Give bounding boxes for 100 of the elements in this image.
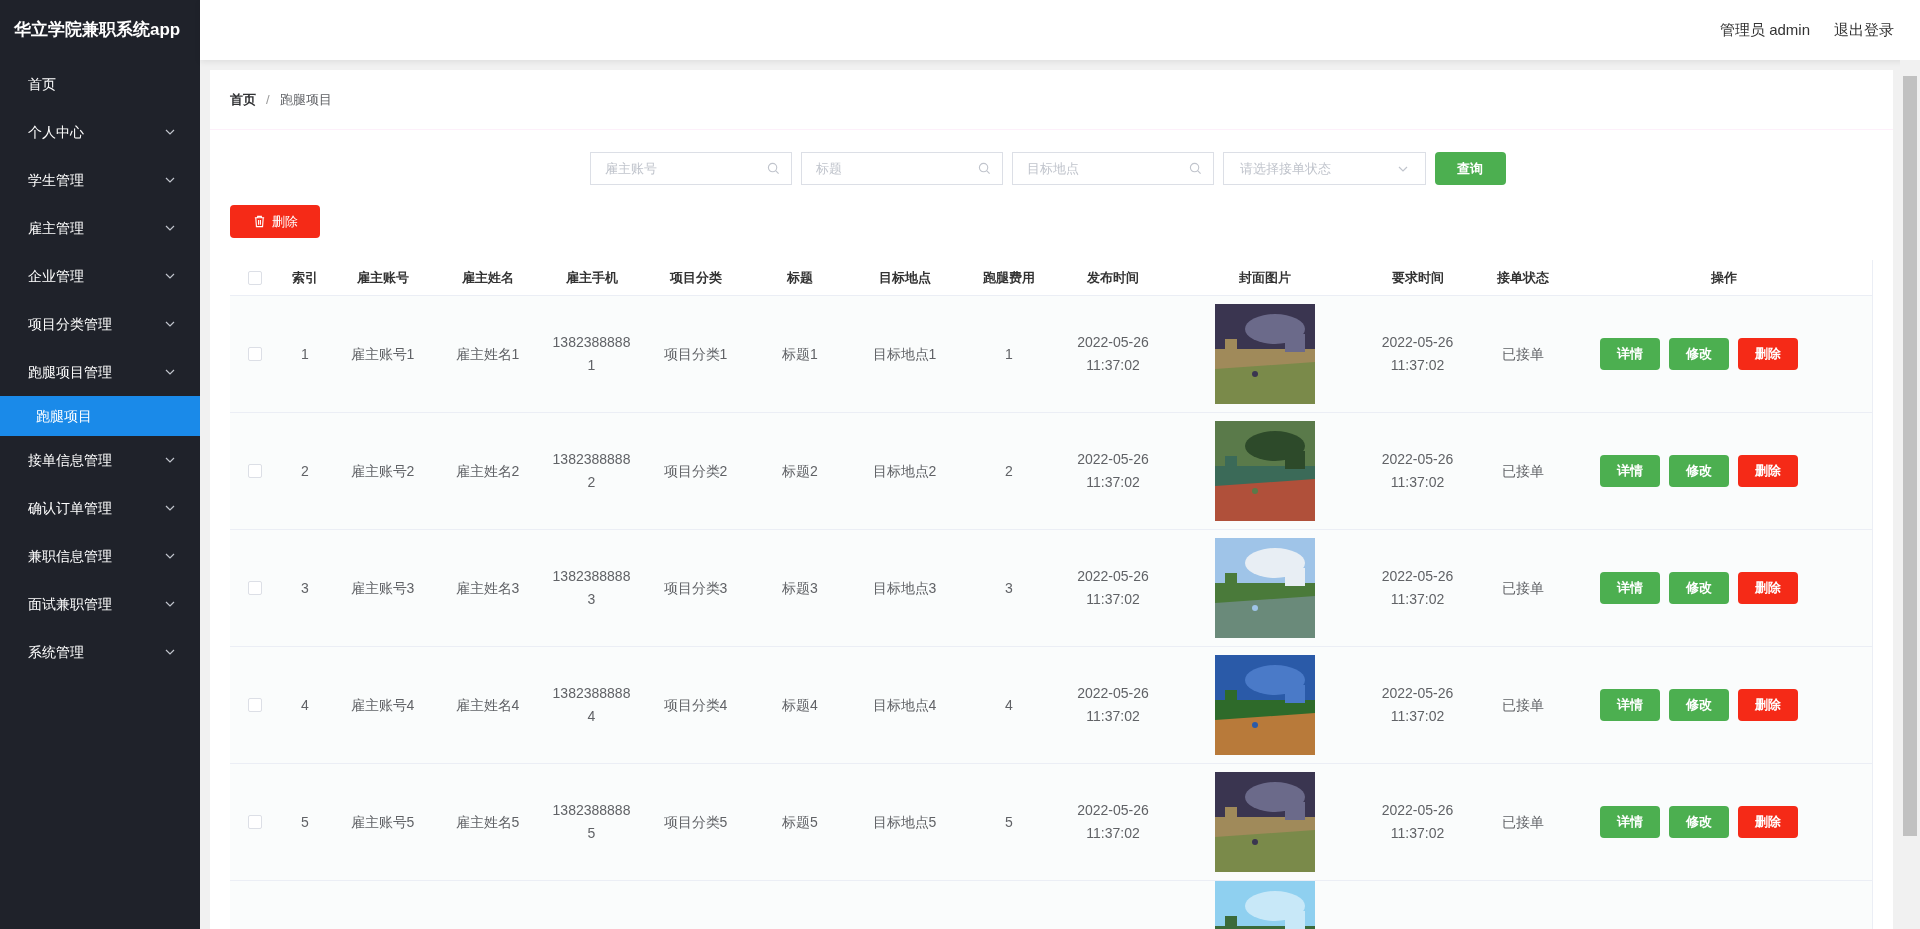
table-cell-text: 标题1 [781, 344, 819, 364]
table-cell-text: 项目分类2 [662, 461, 729, 481]
sidebar-item[interactable]: 学生管理 [0, 156, 200, 204]
table-cell-text: 2022-05-26 11:37:02 [1076, 333, 1150, 375]
sidebar-item[interactable]: 系统管理 [0, 628, 200, 676]
status-text: 已接单 [1501, 812, 1545, 832]
table-cell-text: 13823888881 [551, 333, 632, 375]
app-title: 华立学院兼职系统app [13, 19, 182, 42]
table-cell-text: 标题4 [781, 695, 819, 715]
trash-icon [252, 215, 266, 228]
column-header: 雇主账号 [355, 268, 410, 287]
table-cell-text: 2022-05-26 11:37:02 [1076, 450, 1150, 492]
search-icon [977, 162, 991, 175]
sidebar-item[interactable]: 兼职信息管理 [0, 532, 200, 580]
table-cell-text: 1 [300, 344, 310, 364]
edit-button[interactable]: 修改 [1669, 455, 1729, 487]
checkbox[interactable] [248, 815, 262, 829]
delete-button[interactable]: 删除 [230, 205, 320, 238]
breadcrumb-item[interactable]: 首页 [230, 89, 256, 110]
sidebar-subitem[interactable]: 跑腿项目 [0, 396, 200, 436]
table-cell-text: 雇主账号5 [349, 812, 416, 832]
table-cell-text: 1 [1004, 344, 1014, 364]
search-field[interactable]: 目标地点 [1011, 152, 1214, 185]
table-cell-text: 雇主账号2 [349, 461, 416, 481]
table-cell-text: 2022-05-26 11:37:02 [1380, 801, 1455, 843]
column-header: 项目分类 [668, 268, 723, 287]
search-field[interactable]: 标题 [800, 152, 1003, 185]
checkbox[interactable] [248, 581, 262, 595]
sidebar-item[interactable]: 雇主管理 [0, 204, 200, 252]
sidebar-item[interactable]: 面试兼职管理 [0, 580, 200, 628]
table-cell-text: 目标地点1 [871, 344, 938, 364]
column-header: 跑腿费用 [982, 268, 1036, 287]
sidebar-item[interactable]: 首页 [0, 60, 200, 108]
delete-button[interactable]: 删除 [1738, 572, 1798, 604]
checkbox[interactable] [248, 270, 262, 285]
table-cell-text: 2022-05-26 11:37:02 [1380, 567, 1455, 609]
search-field[interactable]: 雇主账号 [589, 152, 792, 185]
table-cell-text: 标题5 [781, 812, 819, 832]
table-cell-text: 2 [300, 461, 310, 481]
table-cell-text: 雇主姓名4 [454, 695, 521, 715]
status-text: 已接单 [1501, 695, 1545, 715]
table-cell-text: 2022-05-26 11:37:02 [1380, 450, 1455, 492]
table-cell-text: 2022-05-26 11:37:02 [1076, 801, 1150, 843]
table-cell-text: 目标地点4 [871, 695, 938, 715]
edit-button[interactable]: 修改 [1669, 572, 1729, 604]
sidebar-item[interactable]: 跑腿项目管理 [0, 348, 200, 396]
search-icon [766, 162, 780, 175]
table-cell-text: 目标地点5 [871, 812, 938, 832]
delete-button[interactable]: 删除 [1738, 806, 1798, 838]
edit-button[interactable]: 修改 [1669, 338, 1729, 370]
detail-button[interactable]: 详情 [1600, 338, 1660, 370]
search-icon [1188, 162, 1202, 175]
sidebar-item[interactable]: 企业管理 [0, 252, 200, 300]
delete-button[interactable]: 删除 [1738, 689, 1798, 721]
detail-button[interactable]: 详情 [1600, 806, 1660, 838]
column-header: 索引 [291, 268, 319, 287]
sidebar-item[interactable]: 确认订单管理 [0, 484, 200, 532]
edit-button[interactable]: 修改 [1669, 806, 1729, 838]
checkbox[interactable] [248, 464, 262, 478]
delete-button[interactable]: 删除 [1738, 338, 1798, 370]
table-cell-text: 2022-05-26 11:37:02 [1380, 684, 1455, 726]
table-cell-text: 2022-05-26 11:37:02 [1076, 684, 1150, 726]
status-text: 已接单 [1501, 344, 1545, 364]
table-cell-text: 目标地点3 [871, 578, 938, 598]
sidebar-item[interactable]: 个人中心 [0, 108, 200, 156]
column-header: 雇主姓名 [460, 268, 515, 287]
user-name: 管理员 admin [1719, 19, 1810, 40]
column-header: 标题 [786, 268, 814, 287]
detail-button[interactable]: 详情 [1600, 572, 1660, 604]
checkbox[interactable] [248, 698, 262, 712]
detail-button[interactable]: 详情 [1600, 455, 1660, 487]
edit-button[interactable]: 修改 [1669, 689, 1729, 721]
column-header: 操作 [1710, 268, 1738, 287]
table-cell-text: 项目分类5 [662, 812, 729, 832]
table-cell-text: 3 [1004, 578, 1014, 598]
table-cell-text: 雇主姓名3 [454, 578, 521, 598]
sidebar-item[interactable]: 接单信息管理 [0, 436, 200, 484]
detail-button[interactable]: 详情 [1600, 689, 1660, 721]
table-cell-text: 雇主账号4 [349, 695, 416, 715]
sidebar-item[interactable]: 项目分类管理 [0, 300, 200, 348]
table-cell-text: 雇主账号1 [349, 344, 416, 364]
table-cell-text: 4 [300, 695, 310, 715]
query-button[interactable]: 查询 [1434, 152, 1506, 185]
status-text: 已接单 [1501, 461, 1545, 481]
table-cell-text: 雇主姓名5 [454, 812, 521, 832]
column-header: 要求时间 [1390, 268, 1445, 287]
table-cell-text: 5 [300, 812, 310, 832]
table-cell-text: 2022-05-26 11:37:02 [1076, 567, 1150, 609]
table-cell-text: 雇主账号3 [349, 578, 416, 598]
delete-button[interactable]: 删除 [1738, 455, 1798, 487]
checkbox[interactable] [248, 347, 262, 361]
table-cell-text: 标题3 [781, 578, 819, 598]
table-cell-text: 目标地点2 [871, 461, 938, 481]
table-cell-text: 标题2 [781, 461, 819, 481]
table-cell-text: 4 [1004, 695, 1014, 715]
column-header: 发布时间 [1086, 268, 1140, 287]
logout-link[interactable]: 退出登录 [1834, 18, 1894, 42]
breadcrumb-separator: / [266, 90, 270, 109]
table-cell-text: 雇主姓名2 [454, 461, 521, 481]
table-cell-text: 雇主姓名1 [454, 344, 521, 364]
